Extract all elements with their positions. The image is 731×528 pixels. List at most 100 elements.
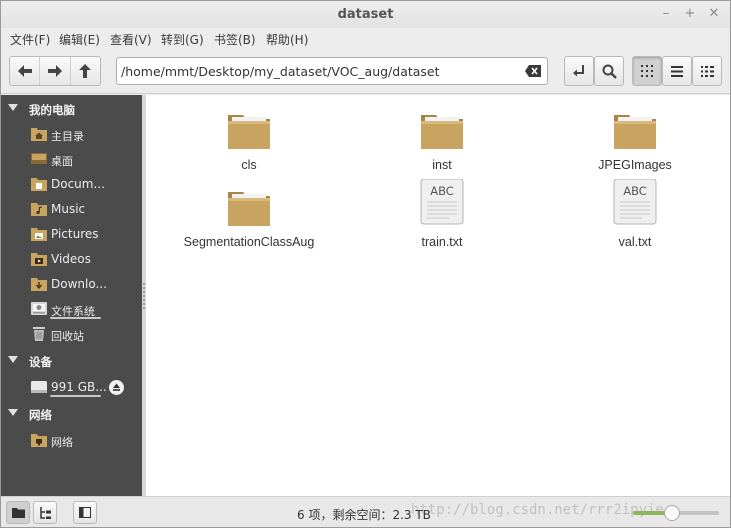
expander-arrow-icon[interactable]	[8, 409, 18, 416]
sidebar-item-drive[interactable]: 991 GB...	[1, 375, 142, 399]
status-text: 6 项，剩余空间：2.3 TB	[297, 508, 431, 522]
arrow-right-icon	[47, 65, 62, 77]
toolbar	[1, 50, 730, 94]
file-item-folder[interactable]: JPEGImages	[565, 107, 705, 179]
watermark: http://blog.csdn.net/rrr2ipyie	[411, 502, 664, 518]
window-title: dataset	[337, 7, 394, 22]
title-bar[interactable]: dataset – + ✕	[1, 1, 730, 28]
file-item-folder[interactable]: SegmentationClassAug	[179, 184, 319, 256]
sidebar-item-label: 网络	[51, 436, 73, 449]
eject-button[interactable]	[109, 380, 124, 395]
list-view-button[interactable]	[662, 56, 692, 86]
sidebar-item-desktop[interactable]: 桌面	[1, 147, 142, 171]
file-name: inst	[432, 158, 452, 172]
section-label: 设备	[29, 355, 52, 369]
file-manager-window: dataset – + ✕ 文件(F) 编辑(E) 查看(V) 转到(G) 书签…	[0, 0, 731, 528]
sidebar-item-label: Music	[51, 202, 86, 216]
sidebar-item-trash[interactable]: 回收站	[1, 322, 142, 346]
downloads-folder-icon	[31, 278, 47, 291]
menu-view[interactable]: 查看(V)	[110, 31, 152, 48]
show-places-button[interactable]	[6, 501, 30, 524]
file-name: JPEGImages	[598, 158, 672, 172]
file-item-folder[interactable]: inst	[372, 107, 512, 179]
file-item-text[interactable]: ABC val.txt	[565, 179, 705, 251]
back-button[interactable]	[10, 57, 41, 85]
up-button[interactable]	[71, 57, 100, 85]
clear-text-icon[interactable]	[525, 65, 541, 77]
pictures-folder-icon	[31, 228, 47, 241]
videos-folder-icon	[31, 253, 47, 266]
text-file-icon: ABC	[420, 179, 464, 225]
arrow-left-icon	[17, 65, 32, 77]
location-bar[interactable]	[116, 57, 548, 85]
sidebar-item-music[interactable]: Music	[1, 197, 142, 221]
splitter-grip[interactable]	[143, 283, 145, 309]
maximize-button[interactable]: +	[682, 6, 698, 22]
text-file-icon: ABC	[613, 179, 657, 225]
sidebar-item-home[interactable]: 主目录	[1, 122, 142, 146]
file-type-badge: ABC	[623, 184, 647, 198]
forward-button[interactable]	[40, 57, 71, 85]
sidebar-section-my-computer[interactable]: 我的电脑	[1, 99, 142, 119]
trash-icon	[33, 327, 45, 341]
sidebar-item-label: Pictures	[51, 227, 99, 241]
tree-view-icon	[40, 506, 51, 519]
expander-arrow-icon[interactable]	[8, 104, 18, 111]
sidebar-item-videos[interactable]: Videos	[1, 247, 142, 271]
sidebar-item-filesystem[interactable]: 文件系统	[1, 297, 142, 321]
file-name: val.txt	[618, 235, 652, 249]
menu-bookmarks[interactable]: 书签(B)	[214, 31, 256, 48]
menu-go[interactable]: 转到(G)	[161, 31, 204, 48]
file-name: cls	[241, 158, 257, 172]
folder-icon	[11, 508, 25, 518]
menu-bar: 文件(F) 编辑(E) 查看(V) 转到(G) 书签(B) 帮助(H)	[1, 28, 730, 50]
sidebar-item-documents[interactable]: Docum...	[1, 172, 142, 196]
compact-view-button[interactable]	[692, 56, 722, 86]
usage-bar	[50, 395, 101, 397]
sidebar-section-devices[interactable]: 设备	[1, 351, 142, 371]
file-name: SegmentationClassAug	[183, 235, 315, 249]
expander-arrow-icon[interactable]	[8, 356, 18, 363]
sidebar-item-label: 主目录	[51, 130, 84, 143]
sidebar-item-downloads[interactable]: Downlo...	[1, 272, 142, 296]
drive-icon	[31, 381, 47, 393]
toggle-location-button[interactable]	[564, 56, 594, 86]
file-item-text[interactable]: ABC train.txt	[372, 179, 512, 251]
search-button[interactable]	[594, 56, 624, 86]
toggle-sidebar-button[interactable]	[73, 501, 97, 524]
menu-help[interactable]: 帮助(H)	[266, 31, 308, 48]
usage-bar	[50, 317, 101, 319]
menu-edit[interactable]: 编辑(E)	[59, 31, 100, 48]
zoom-slider[interactable]	[633, 505, 719, 521]
folder-icon	[614, 115, 656, 149]
list-view-icon	[671, 65, 683, 77]
sidebar-item-pictures[interactable]: Pictures	[1, 222, 142, 246]
sidebar-item-network[interactable]: 网络	[1, 428, 142, 452]
file-type-badge: ABC	[430, 184, 454, 198]
menu-file[interactable]: 文件(F)	[10, 31, 50, 48]
desktop-icon	[31, 153, 47, 164]
status-bar: http://blog.csdn.net/rrr2ipyie 6 项，剩余空间：…	[1, 496, 730, 527]
folder-icon	[228, 192, 270, 226]
section-label: 网络	[29, 408, 52, 422]
sidebar: 我的电脑 主目录 桌面 Docum... Music Pictures Vide…	[1, 95, 142, 496]
minimize-button[interactable]: –	[658, 6, 674, 22]
search-icon	[602, 64, 617, 79]
folder-icon	[228, 115, 270, 149]
sidebar-section-network[interactable]: 网络	[1, 404, 142, 424]
close-button[interactable]: ✕	[706, 6, 722, 22]
zoom-slider-knob[interactable]	[663, 505, 680, 521]
home-folder-icon	[31, 128, 47, 141]
sidebar-item-label: 桌面	[51, 155, 73, 168]
compact-view-icon	[700, 65, 714, 77]
file-view[interactable]: cls inst JPEGImages SegmentationClassAug…	[146, 95, 730, 496]
location-input[interactable]	[117, 58, 517, 84]
folder-icon	[421, 115, 463, 149]
file-item-folder[interactable]: cls	[179, 107, 319, 179]
icon-view-button[interactable]	[632, 56, 662, 86]
sidebar-toggle-icon	[79, 507, 91, 518]
show-treeview-button[interactable]	[33, 501, 57, 524]
section-label: 我的电脑	[29, 103, 75, 117]
grid-view-icon	[641, 65, 653, 77]
sidebar-item-label: Docum...	[51, 177, 105, 191]
